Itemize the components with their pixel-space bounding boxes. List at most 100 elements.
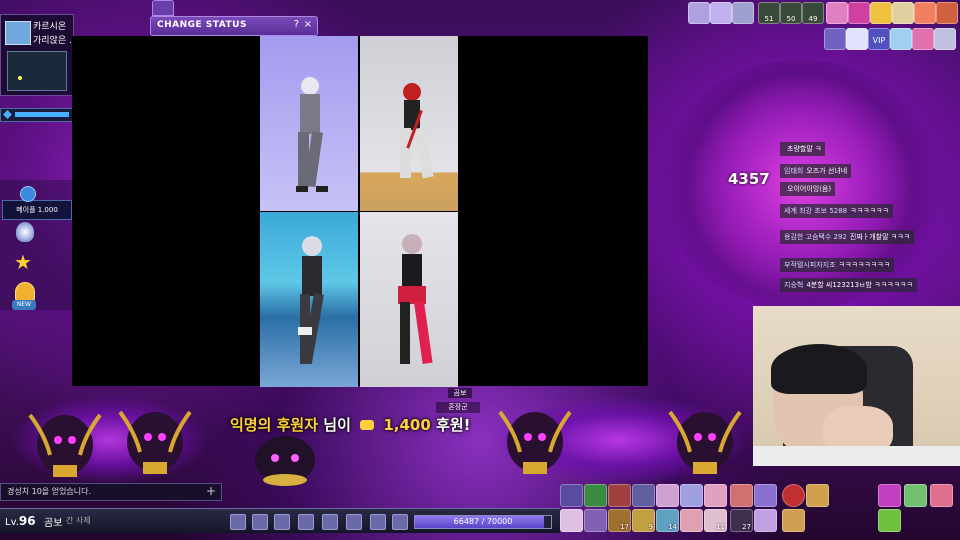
quickslot[interactable]: [608, 484, 631, 507]
lightbulb-icon[interactable]: [16, 222, 34, 242]
character-menu-icon[interactable]: [274, 514, 290, 530]
buff-icon-1[interactable]: [688, 2, 710, 24]
quickslot[interactable]: 27: [730, 509, 753, 532]
buff-count-50[interactable]: 50: [780, 2, 802, 24]
notice-icon[interactable]: [346, 514, 362, 530]
monster-left-2[interactable]: [110, 392, 200, 484]
buff-icon-13[interactable]: [824, 28, 846, 50]
donation-banner: 익명의 후원자 님이 1,400 후원!: [230, 410, 510, 440]
person-shirt: [753, 446, 960, 466]
bell-icon[interactable]: [15, 282, 35, 302]
quickslot[interactable]: [584, 509, 607, 532]
status-tab-icon[interactable]: [152, 0, 174, 16]
left-status-label: 메이플 1.000: [2, 200, 72, 220]
maple-point-icon[interactable]: [20, 186, 36, 202]
game-chat-log[interactable]: 경성치 10을 얻었습니다. +: [0, 483, 222, 501]
quickslot[interactable]: [930, 484, 953, 507]
buff-icon-12[interactable]: [936, 2, 958, 24]
buff-icon-10[interactable]: [892, 2, 914, 24]
buff-count-51[interactable]: 51: [758, 2, 780, 24]
buff-icon-9[interactable]: [870, 2, 892, 24]
quickslot[interactable]: [806, 484, 829, 507]
quickslot[interactable]: [680, 484, 703, 507]
quickslot-count: 9: [648, 523, 653, 531]
quickslot[interactable]: 9: [632, 509, 655, 532]
quickslot[interactable]: [754, 484, 777, 507]
buff-icon-3[interactable]: [732, 2, 754, 24]
event-menu-icon[interactable]: [252, 514, 268, 530]
quickslot[interactable]: [584, 484, 607, 507]
coin-icon: [360, 420, 375, 430]
video-panel-bottom-left: [260, 212, 358, 387]
expand-icon[interactable]: +: [206, 484, 216, 498]
quickslot[interactable]: [560, 509, 583, 532]
minimap-view[interactable]: [7, 51, 67, 91]
community-icon[interactable]: [298, 514, 314, 530]
quickslot[interactable]: [730, 484, 753, 507]
settings-icon[interactable]: [370, 514, 386, 530]
video-panel-bottom-right: [360, 212, 458, 387]
quickslot[interactable]: [680, 509, 703, 532]
quickslot[interactable]: [656, 484, 679, 507]
chat-line: 지승혁 4분할 씨123213ㅂ밤 ㅋㅋㅋㅋㅋㅋ: [780, 278, 917, 292]
quickslot-grid: 17 9 14 11 27: [560, 484, 960, 534]
quickslot[interactable]: [632, 484, 655, 507]
quickslot[interactable]: [704, 484, 727, 507]
event-icon[interactable]: NEW: [12, 300, 36, 310]
mini-gauge-fill: [15, 112, 69, 117]
buff-icon-2[interactable]: [710, 2, 732, 24]
buff-icon-7[interactable]: [826, 2, 848, 24]
vip-label: VIP: [872, 36, 886, 45]
level-value: 96: [18, 514, 36, 528]
cash-shop-icon[interactable]: [230, 514, 246, 530]
buff-count-49[interactable]: 49: [802, 2, 824, 24]
chat-line: 임태희 오즈가 선녀네: [780, 164, 852, 178]
quickslot[interactable]: 17: [608, 509, 631, 532]
quickslot[interactable]: 14: [656, 509, 679, 532]
quickslot[interactable]: [878, 509, 901, 532]
buff-icon-16[interactable]: [890, 28, 912, 50]
buff-tray: 51 50 49 VIP: [688, 2, 960, 52]
dancer-figure-1: [296, 77, 328, 192]
buff-icon-8[interactable]: [848, 2, 870, 24]
player-dot-icon: [18, 76, 22, 80]
person-hair: [771, 344, 867, 394]
quickslot-count: 27: [742, 523, 751, 531]
character-job: 간 사제: [66, 516, 91, 525]
map-thumbnail-icon: [5, 21, 31, 45]
monster-left-1[interactable]: [20, 395, 110, 485]
close-icon[interactable]: ×: [304, 19, 312, 30]
quickslot[interactable]: [878, 484, 901, 507]
buff-icon-11[interactable]: [914, 2, 936, 24]
quickslot[interactable]: [782, 509, 805, 532]
quickslot-count: 11: [716, 523, 725, 531]
quickslot[interactable]: [560, 484, 583, 507]
video-panel-top-right: [360, 36, 458, 211]
monster-right-2[interactable]: [660, 392, 750, 484]
dancer-figure-2: [400, 83, 434, 179]
quickslot[interactable]: 11: [704, 509, 727, 532]
buff-icon-17[interactable]: [912, 28, 934, 50]
status-bar: Lv.96 곰보 간 사제 66487 / 70000: [0, 508, 560, 533]
video-panel-top-left: [260, 36, 358, 211]
dancer-figure-4: [398, 234, 433, 364]
vip-icon[interactable]: VIP: [868, 28, 890, 50]
streamer-webcam: [753, 306, 960, 466]
chat-line: 용감한 고슴택수 292 진짜ㅏ개찰말 ㅋㅋㅋ: [780, 230, 915, 244]
video-overlay[interactable]: [72, 36, 648, 387]
donor-name: 익명의 후원자: [230, 416, 319, 434]
buff-icon-18[interactable]: [934, 28, 956, 50]
quickslot[interactable]: [754, 509, 777, 532]
star-icon[interactable]: ★: [14, 252, 32, 272]
buff-icon-14[interactable]: [846, 28, 868, 50]
player-name-tag: 곰보: [448, 388, 472, 398]
change-status-bar[interactable]: CHANGE STATUS ? ×: [150, 16, 318, 36]
donation-amount: 1,400: [383, 416, 431, 434]
menu-icon[interactable]: [392, 514, 408, 530]
mailbox-icon[interactable]: [322, 514, 338, 530]
help-icon[interactable]: ?: [294, 19, 299, 30]
minimap[interactable]: 카르시온 가리앉은 ...: [0, 14, 78, 96]
quickslot[interactable]: [904, 484, 927, 507]
quickslot[interactable]: [782, 484, 805, 507]
quickslot-count: 17: [620, 523, 629, 531]
